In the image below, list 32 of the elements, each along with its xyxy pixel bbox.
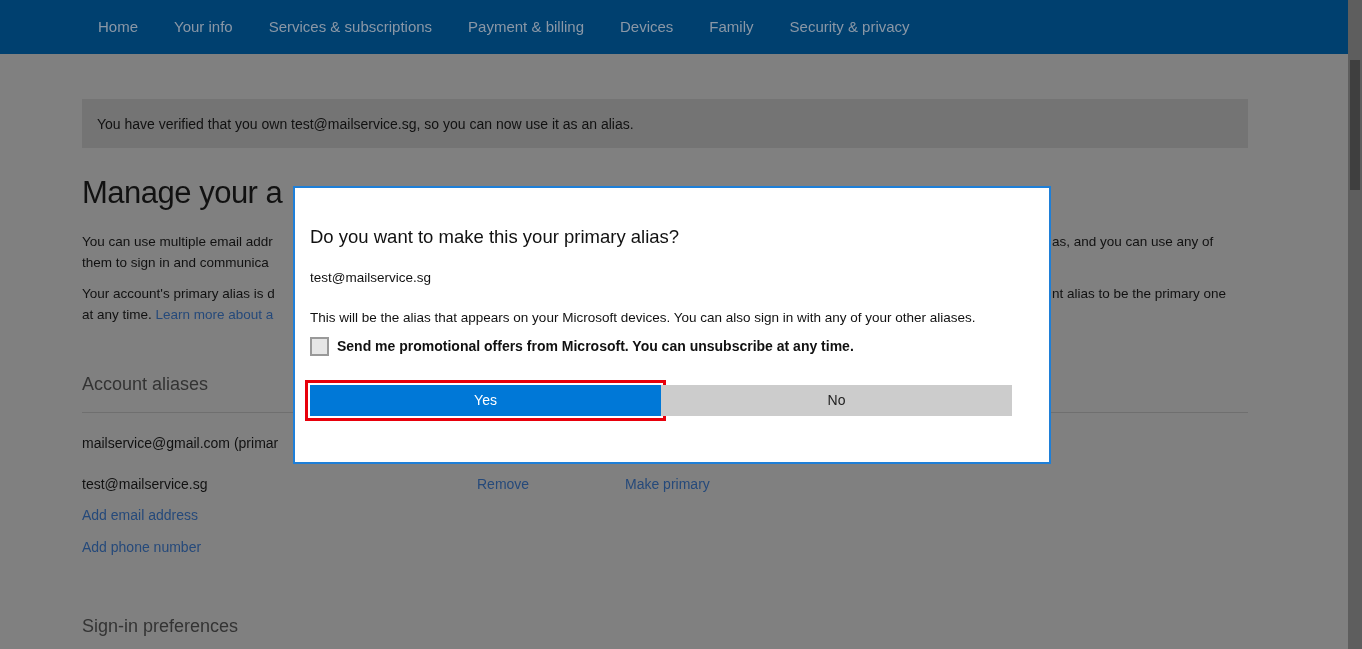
dialog-message: This will be the alias that appears on your Microsoft devices. You can also sign in with any of your other aliases. bbox=[310, 309, 977, 328]
nav-link-item[interactable]: Devices bbox=[602, 0, 692, 54]
scrollbar-thumb[interactable] bbox=[1350, 60, 1360, 190]
section-heading: Account aliases bbox=[82, 373, 210, 397]
cancel-button[interactable]: No bbox=[661, 385, 1012, 417]
add-alias-link[interactable]: Add phone number bbox=[82, 539, 202, 556]
page-heading: Manage your a bbox=[82, 174, 284, 212]
section-heading: Sign-in preferences bbox=[82, 615, 240, 639]
alias-text: test@mailservice.sg bbox=[82, 476, 208, 493]
dialog-title: Do you want to make this your primary alias? bbox=[310, 226, 681, 249]
alias-action-link[interactable]: Remove bbox=[477, 476, 530, 493]
checkbox-label: Send me promotional offers from Microsoft. You can unsubscribe at any time. bbox=[337, 337, 854, 357]
nav-link-item[interactable]: Services & subscriptions bbox=[250, 0, 451, 54]
banner-text: You have verified that you own test@mailservice.sg, so you can now use it as an alias. bbox=[97, 116, 634, 132]
paragraph-text: You can use multiple email addr bbox=[82, 234, 273, 250]
learn-more-link[interactable]: Learn more about a bbox=[155, 307, 274, 323]
alias-text: test@mailservice.sg bbox=[310, 269, 432, 288]
alias-text: mailservice@gmail.com (primar bbox=[82, 435, 279, 452]
nav-link-item[interactable]: Home bbox=[80, 0, 156, 54]
nav-link-item[interactable]: Security & privacy bbox=[771, 0, 928, 54]
paragraph-text: at any time. bbox=[82, 307, 152, 323]
paragraph-text: nt alias to be the primary one bbox=[1052, 286, 1227, 302]
alias-action-link[interactable]: Make primary bbox=[625, 476, 710, 493]
checkbox[interactable] bbox=[310, 337, 329, 357]
nav-link-item[interactable]: Your info bbox=[156, 0, 251, 54]
add-alias-link[interactable]: Add email address bbox=[82, 507, 198, 524]
paragraph-text: them to sign in and communica bbox=[82, 255, 269, 271]
nav-link-item[interactable]: Family bbox=[691, 0, 772, 54]
nav-link-item[interactable]: Payment & billing bbox=[450, 0, 602, 54]
scrollbar[interactable] bbox=[1348, 0, 1362, 649]
paragraph-text: Your account's primary alias is d bbox=[82, 286, 275, 302]
paragraph-text: as, and you can use any of bbox=[1052, 234, 1214, 250]
